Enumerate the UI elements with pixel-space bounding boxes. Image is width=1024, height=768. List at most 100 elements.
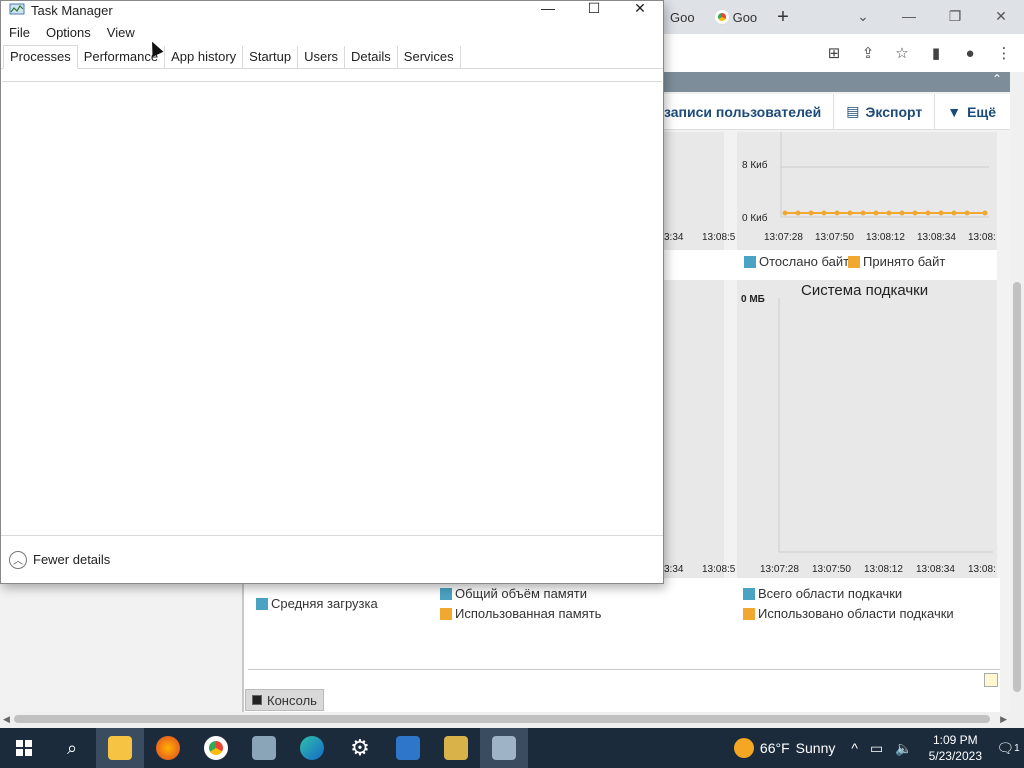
edge-button[interactable] [288,728,336,768]
tools-button[interactable] [432,728,480,768]
firefox-icon [156,736,180,760]
search-button[interactable]: ⌕ [48,728,96,768]
tab-search-button[interactable]: ⌄ [840,0,886,34]
notifications-button[interactable]: 🗨 1 [992,740,1024,757]
paging-chart-svg [778,298,993,553]
legend-used-paging-label: Использовано области подкачки [758,606,954,621]
fewer-details-button[interactable]: ︿ Fewer details [1,535,663,583]
browser-close-button[interactable]: ✕ [978,0,1024,34]
page-header-bar: ⌃ [664,72,1010,92]
fewer-details-label: Fewer details [33,552,111,567]
network-left-x-tick: 13:08:5 [702,232,736,243]
chevron-up-icon[interactable]: ^ [845,740,864,756]
paging-chart-panel: Система подкачки 0 МБ [737,280,997,578]
weather-condition: Sunny [795,740,836,756]
paging-left-x-tick: 13:08:5 [702,564,736,575]
new-tab-button[interactable]: + [767,6,799,29]
network-y-tick-0kib: 0 Киб [742,213,768,224]
legend-total-paging: Всего области подкачки [743,586,902,601]
menu-icon[interactable]: ⋮ [994,44,1014,62]
tab-services[interactable]: Services [398,46,461,68]
network-icon[interactable]: ▭ [864,740,889,757]
search-icon: ⌕ [66,737,78,758]
firefox-button[interactable] [144,728,192,768]
browser-tab-2-label: Goo [732,9,758,25]
translate-icon[interactable]: ⊞ [824,44,844,62]
paging-x-tick: 13:07:50 [812,564,851,575]
legend-average-load-label: Средняя загрузка [271,596,378,611]
processes-list [2,81,662,535]
note-icon[interactable] [984,673,998,687]
browser-tab-2[interactable]: Goo [705,0,768,34]
scroll-left-icon[interactable]: ◀ [3,714,10,725]
task-manager-icon [9,3,25,15]
more-label: Ещё [967,103,997,120]
minimize-button[interactable]: — [525,1,571,19]
user-records-label: записи пользователей [664,103,822,120]
menu-file[interactable]: File [9,25,30,40]
menu-options[interactable]: Options [46,25,91,40]
paging-x-tick: 13:08:12 [864,564,903,575]
network-x-tick: 13:07:28 [764,232,803,243]
browser-restore-button[interactable]: ❐ [932,0,978,34]
maximize-button[interactable]: ☐ [571,1,617,19]
start-button[interactable] [0,728,48,768]
tab-startup[interactable]: Startup [243,46,299,68]
export-icon: ▤ [846,103,860,119]
legend-used-memory: Использованная память [440,606,601,621]
tools-icon [444,736,468,760]
network-x-tick: 13:08:12 [866,232,905,243]
volume-icon[interactable]: 🔈 [889,740,918,757]
tab-app-history[interactable]: App history [165,46,244,68]
star-icon[interactable]: ☆ [892,44,912,62]
file-explorer-button[interactable] [96,728,144,768]
browser-minimize-button[interactable]: — [886,0,932,34]
page-toolbar: записи пользователей ▤ Экспорт ▼ Ещё [664,93,1010,130]
app-button[interactable] [240,728,288,768]
legend-received-bytes-label: Принято байт [863,254,946,269]
paging-x-tick: 13:08:34 [916,564,955,575]
sun-icon [733,738,754,758]
remote-desktop-button[interactable] [384,728,432,768]
export-button[interactable]: ▤ Экспорт [833,93,934,130]
clock[interactable]: 1:09 PM 5/23/2023 [919,732,992,764]
windows-icon [16,740,32,756]
weather-temp: 66°F [759,740,790,756]
paging-x-tick: 13:08: [968,564,996,575]
panel-left-bottom [664,280,724,578]
network-x-tick: 13:07:50 [815,232,854,243]
close-button[interactable]: ✕ [617,1,663,19]
legend-total-memory: Общий объём памяти [440,586,587,601]
collapse-icon[interactable]: ⌃ [992,72,1002,86]
legend-average-load: Средняя загрузка [256,596,378,611]
settings-button[interactable]: ⚙ [336,728,384,768]
scroll-right-icon[interactable]: ▶ [1000,714,1007,725]
horizontal-scroll-thumb[interactable] [14,715,990,723]
browser-tab-1-label: Goo [670,9,695,25]
tab-processes[interactable]: Processes [3,45,78,69]
share-icon[interactable]: ⇪ [858,44,878,62]
more-button[interactable]: ▼ Ещё [934,93,1008,130]
weather-widget[interactable]: 66°F Sunny [724,738,845,758]
horizontal-scrollbar[interactable]: ◀ ▶ [0,712,1010,726]
console-tab[interactable]: Консоль [245,689,324,711]
divider [248,669,1000,670]
tab-users[interactable]: Users [298,46,346,68]
profile-icon[interactable]: ● [960,45,980,62]
task-manager-taskbar-button[interactable] [480,728,528,768]
browser-tab-1[interactable]: Goo [660,0,705,34]
vertical-scrollbar[interactable] [1010,72,1024,712]
task-manager-icon [492,736,516,760]
network-left-x-tick: 3:34 [664,232,684,243]
network-x-tick: 13:08: [968,232,996,243]
user-records-button[interactable]: записи пользователей [664,94,833,130]
menu-view[interactable]: View [107,25,135,40]
chrome-icon [714,10,729,24]
sidebar-icon[interactable]: ▮ [926,44,946,62]
tab-details[interactable]: Details [345,46,398,68]
vertical-scroll-thumb[interactable] [1013,282,1021,692]
notification-count: 1 [1014,742,1020,754]
chrome-button[interactable] [192,728,240,768]
legend-received-bytes: Принято байт [848,254,945,269]
network-x-tick: 13:08:34 [917,232,956,243]
